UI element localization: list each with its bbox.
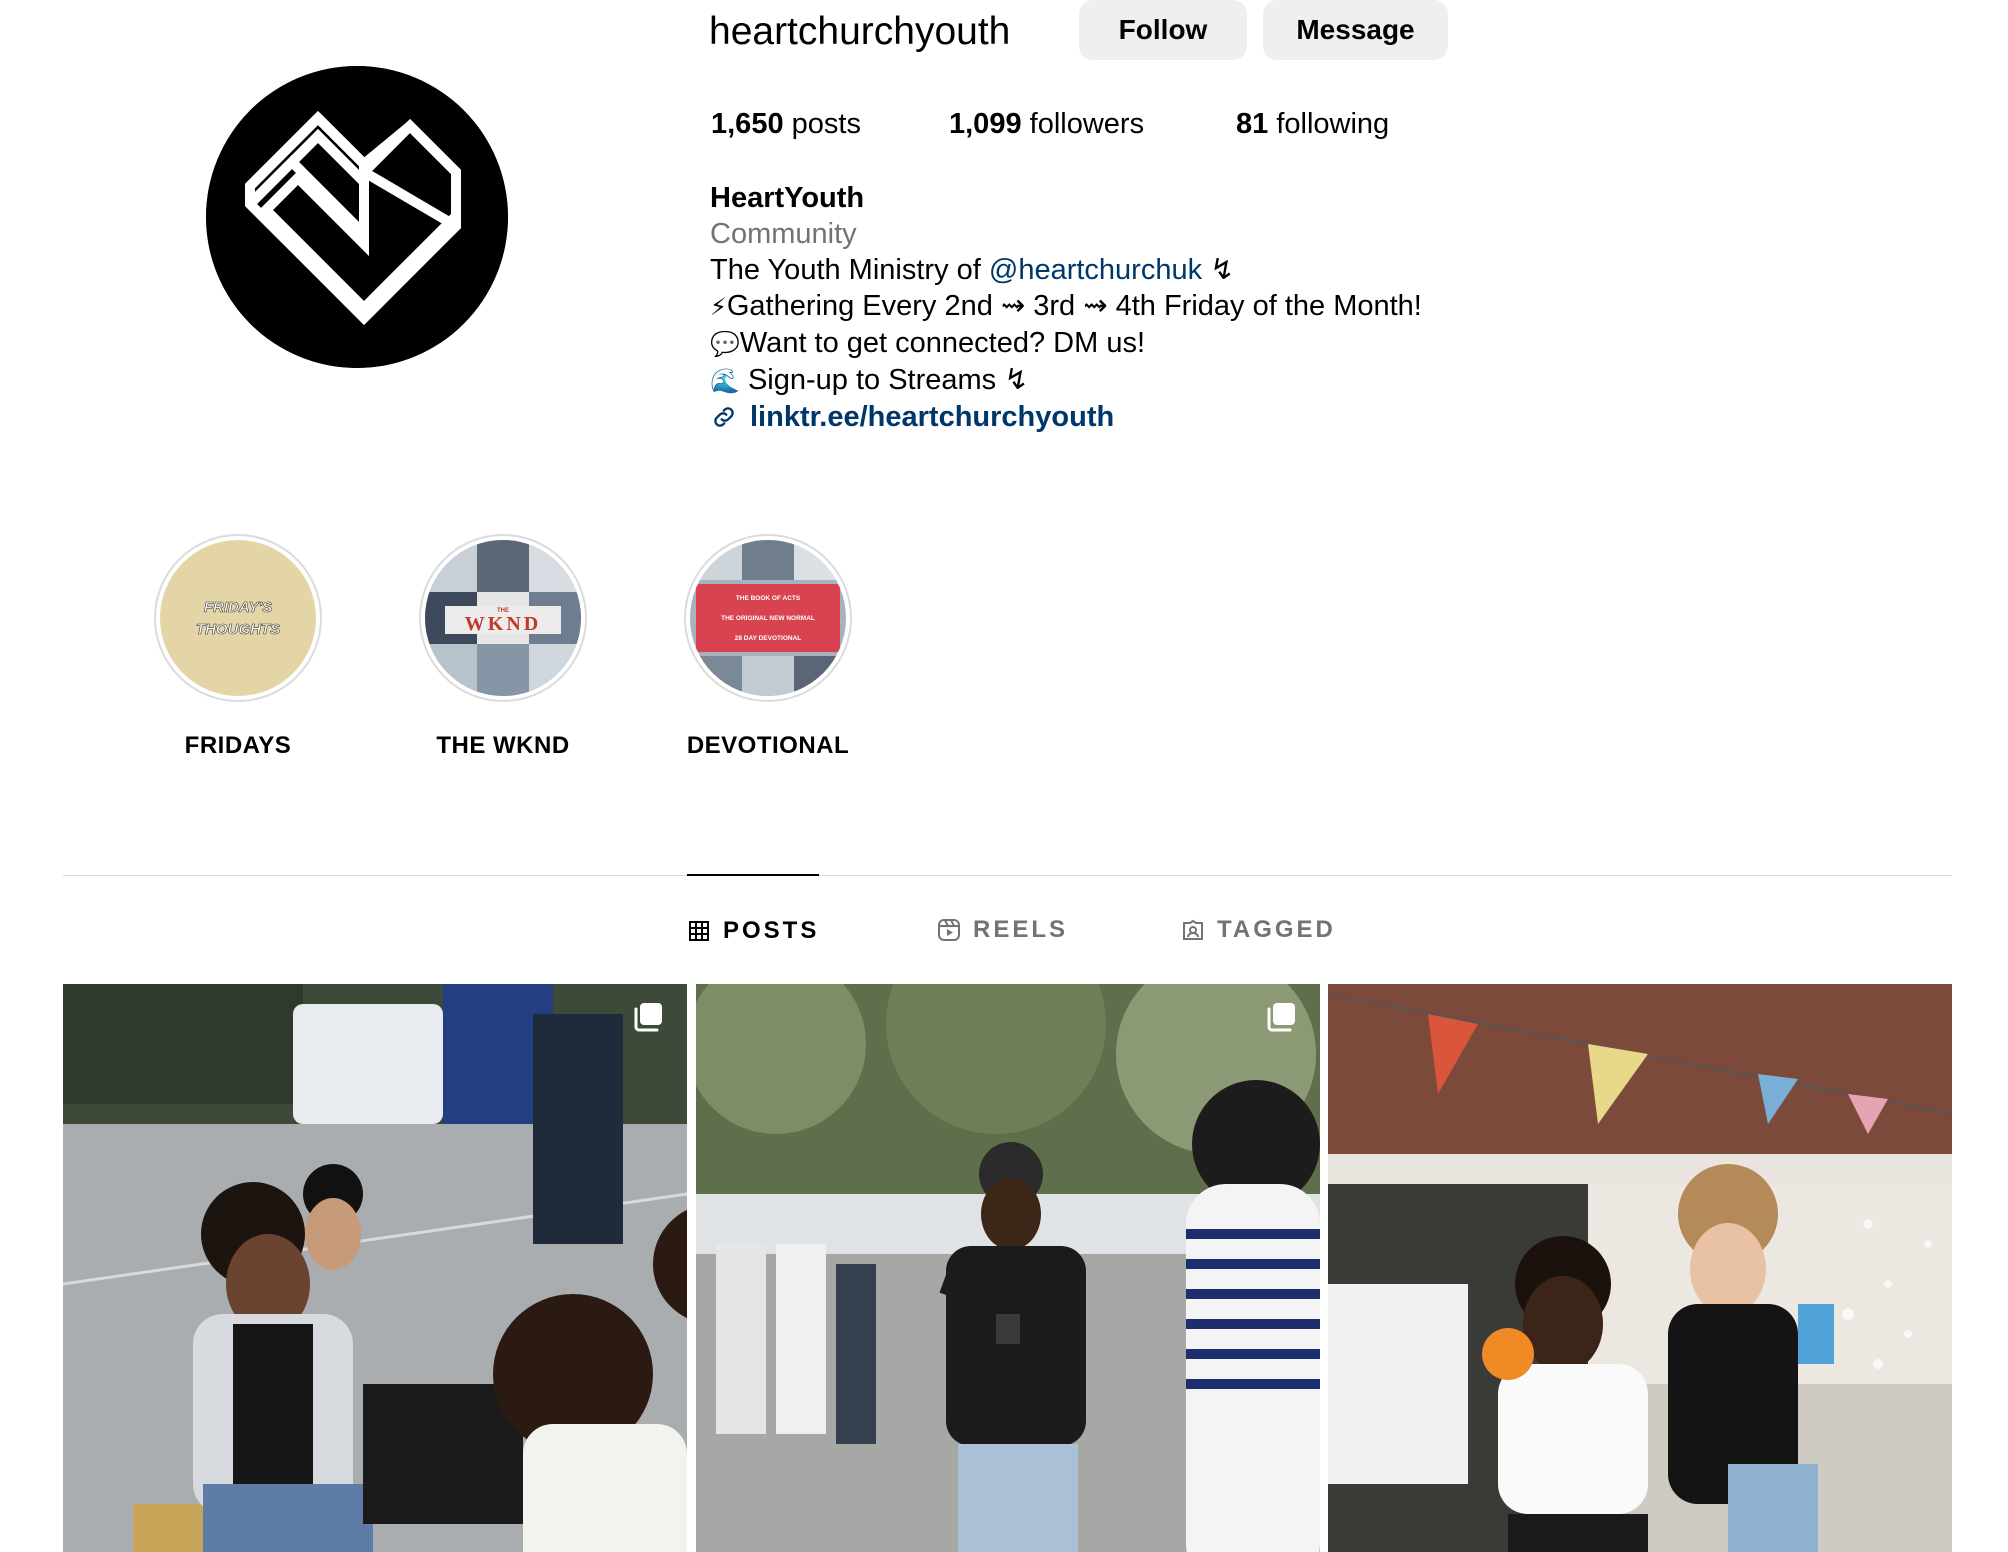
following-count[interactable]: 81 following bbox=[1236, 104, 1389, 144]
bio-line-connect: 💬Want to get connected? DM us! bbox=[710, 325, 1470, 362]
wave-icon: 🌊 bbox=[710, 367, 740, 395]
posts-count-label: posts bbox=[791, 108, 861, 140]
profile-avatar[interactable] bbox=[206, 66, 508, 368]
tab-reels-label: REELS bbox=[973, 916, 1069, 943]
highlight-cover-wknd: THE WKND bbox=[425, 540, 581, 696]
tab-posts-label: POSTS bbox=[723, 917, 820, 944]
post-image bbox=[696, 984, 1320, 1552]
post-thumbnail[interactable] bbox=[696, 984, 1320, 1552]
highlight-label: FRIDAYS bbox=[184, 732, 292, 759]
bio-external-link[interactable]: linktr.ee/heartchurchyouth bbox=[710, 399, 1470, 435]
multiple-images-icon bbox=[1264, 1000, 1298, 1034]
profile-username: heartchurchyouth bbox=[709, 10, 1011, 53]
bio-line-streams-text: Sign-up to Streams ↯ bbox=[739, 364, 1029, 396]
highlight-ring: FRIDAY'S THOUGHTS bbox=[154, 534, 322, 702]
highlight-fridays[interactable]: FRIDAY'S THOUGHTS FRIDAYS bbox=[138, 534, 338, 760]
grid-icon bbox=[687, 919, 711, 943]
highlight-cover-devotional: THE BOOK OF ACTS THE ORIGINAL NEW NORMAL… bbox=[690, 540, 846, 696]
speech-bubble-icon: 💬 bbox=[710, 330, 740, 358]
highlight-cover-text-3: 28 DAY DEVOTIONAL bbox=[735, 635, 801, 642]
heart-logo-icon bbox=[206, 66, 508, 368]
following-count-label: following bbox=[1276, 108, 1390, 140]
highlight-ring: THE WKND bbox=[419, 534, 587, 702]
profile-display-name: HeartYouth bbox=[710, 182, 865, 214]
bio-line-gathering-text: Gathering Every 2nd ⇝ 3rd ⇝ 4th Friday o… bbox=[726, 290, 1422, 322]
highlight-label: DEVOTIONAL bbox=[686, 732, 850, 759]
bio-link-text: linktr.ee/heartchurchyouth bbox=[750, 401, 1115, 433]
tagged-icon bbox=[1181, 918, 1205, 942]
highlight-cover-text-2: THE ORIGINAL NEW NORMAL bbox=[721, 615, 815, 622]
lightning-icon: ⚡ bbox=[710, 293, 727, 321]
reels-icon bbox=[937, 918, 961, 942]
post-image bbox=[63, 984, 687, 1552]
highlight-cover-text-2: WKND bbox=[465, 613, 541, 635]
bio-line-streams: 🌊 Sign-up to Streams ↯ bbox=[710, 362, 1470, 399]
followers-count-label: followers bbox=[1029, 108, 1145, 140]
bio-line-ministry-prefix: The Youth Ministry of bbox=[710, 254, 989, 286]
post-thumbnail[interactable] bbox=[1328, 984, 1952, 1552]
posts-count: 1,650 posts bbox=[711, 104, 861, 144]
followers-count[interactable]: 1,099 followers bbox=[949, 104, 1144, 144]
message-button[interactable]: Message bbox=[1263, 0, 1448, 60]
followers-count-value: 1,099 bbox=[949, 108, 1022, 140]
tab-posts[interactable]: POSTS bbox=[687, 874, 820, 986]
highlight-cover-text-2: THOUGHTS bbox=[196, 621, 280, 638]
link-icon bbox=[710, 403, 738, 431]
post-image bbox=[1328, 984, 1952, 1552]
highlight-devotional[interactable]: THE BOOK OF ACTS THE ORIGINAL NEW NORMAL… bbox=[668, 534, 868, 760]
profile-bio: HeartYouth Community The Youth Ministry … bbox=[710, 180, 1470, 435]
highlight-ring: THE BOOK OF ACTS THE ORIGINAL NEW NORMAL… bbox=[684, 534, 852, 702]
post-thumbnail[interactable] bbox=[63, 984, 687, 1552]
tab-reels[interactable]: REELS bbox=[937, 875, 1068, 985]
following-count-value: 81 bbox=[1236, 108, 1269, 140]
bio-line-ministry: The Youth Ministry of @heartchurchuk ↯ bbox=[710, 252, 1470, 288]
profile-category: Community bbox=[710, 218, 857, 250]
highlight-the-wknd[interactable]: THE WKND THE WKND bbox=[403, 534, 603, 760]
posts-count-value: 1,650 bbox=[711, 108, 784, 140]
tab-tagged[interactable]: TAGGED bbox=[1181, 875, 1336, 985]
follow-button[interactable]: Follow bbox=[1079, 0, 1247, 60]
mention-link[interactable]: @heartchurchuk bbox=[989, 254, 1202, 286]
profile-page: heartchurchyouth Follow Message 1,650 po… bbox=[0, 0, 2008, 1552]
tab-tagged-label: TAGGED bbox=[1217, 916, 1336, 943]
bio-line-gathering: ⚡Gathering Every 2nd ⇝ 3rd ⇝ 4th Friday … bbox=[710, 288, 1470, 325]
highlight-cover-text-1: FRIDAY'S bbox=[204, 599, 272, 616]
highlight-label: THE WKND bbox=[436, 732, 570, 759]
multiple-images-icon bbox=[631, 1000, 665, 1034]
bio-line-ministry-suffix: ↯ bbox=[1202, 254, 1235, 286]
highlight-cover-fridays: FRIDAY'S THOUGHTS bbox=[160, 540, 316, 696]
bio-line-connect-text: Want to get connected? DM us! bbox=[739, 327, 1146, 359]
highlight-cover-text-1: THE BOOK OF ACTS bbox=[736, 595, 801, 602]
